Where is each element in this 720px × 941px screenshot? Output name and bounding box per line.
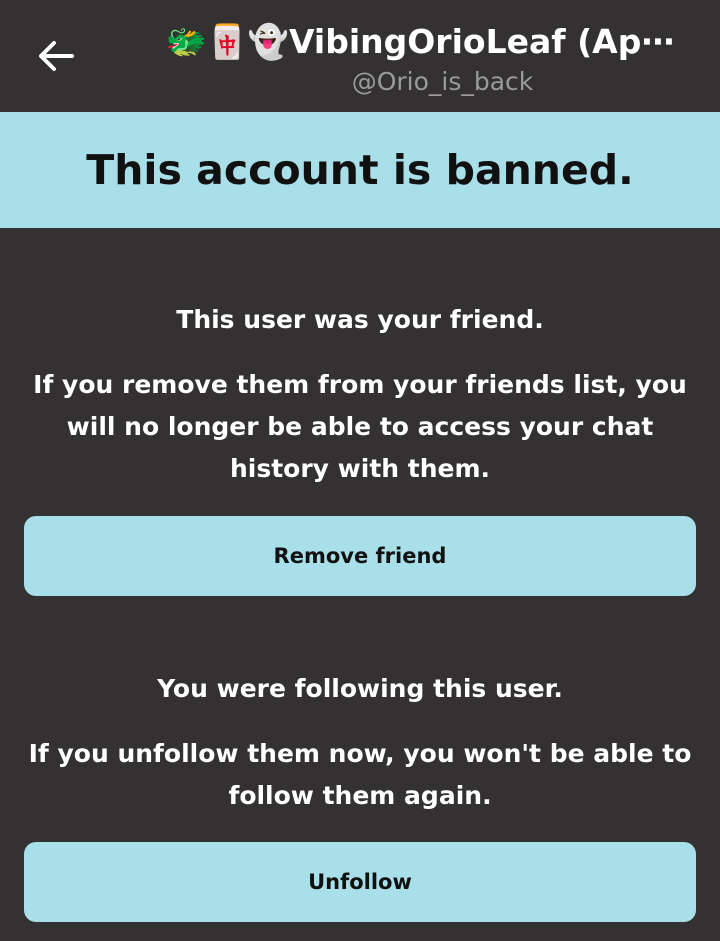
arrow-left-icon — [39, 41, 74, 71]
banned-banner: This account is banned. — [0, 112, 720, 228]
friend-section: This user was your friend. If you remove… — [24, 300, 696, 490]
remove-friend-label: Remove friend — [273, 544, 447, 568]
top-bar: 🐲🀄👻VibingOrioLeaf (Ap⋯ @Orio_is_back — [0, 0, 720, 112]
remove-friend-button[interactable]: Remove friend — [24, 516, 696, 596]
profile-name: VibingOrioLeaf (Ap⋯ — [288, 22, 675, 61]
unfollow-button[interactable]: Unfollow — [24, 842, 696, 922]
profile-handle: @Orio_is_back — [351, 67, 534, 96]
follow-heading: You were following this user. — [157, 674, 563, 703]
friend-heading: This user was your friend. — [176, 305, 544, 334]
profile-header: 🐲🀄👻VibingOrioLeaf (Ap⋯ @Orio_is_back — [140, 16, 700, 98]
title-emoji: 🐲🀄👻 — [165, 22, 289, 61]
back-button[interactable] — [30, 30, 82, 82]
friend-description: If you remove them from your friends lis… — [33, 370, 687, 483]
profile-title: 🐲🀄👻VibingOrioLeaf (Ap⋯ — [140, 16, 700, 68]
banned-message: This account is banned. — [86, 146, 634, 194]
unfollow-label: Unfollow — [308, 870, 412, 894]
follow-section: You were following this user. If you unf… — [24, 669, 696, 817]
follow-description: If you unfollow them now, you won't be a… — [28, 739, 692, 810]
